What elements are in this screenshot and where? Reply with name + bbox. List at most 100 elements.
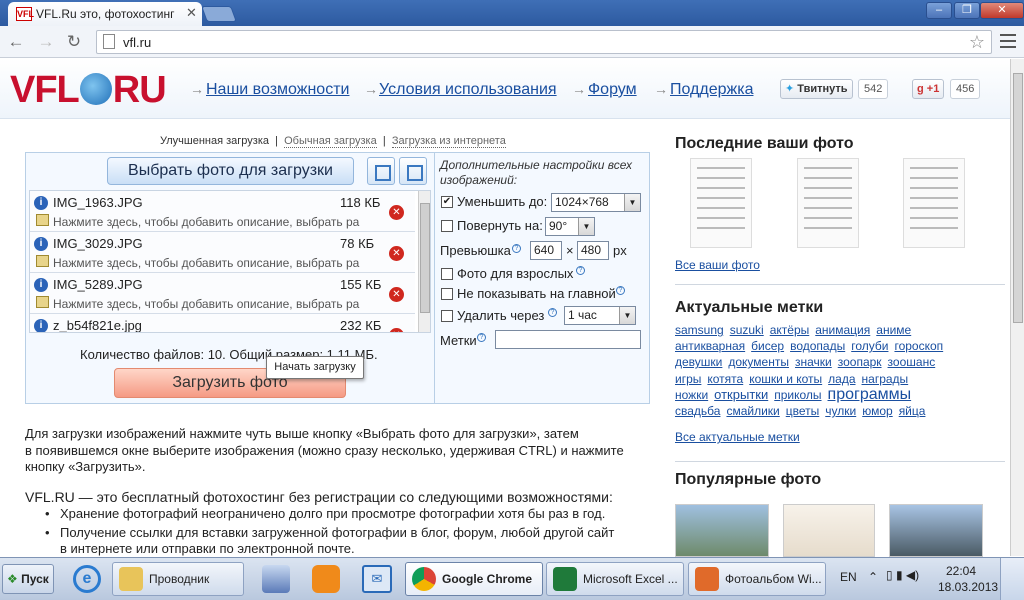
tag-link[interactable]: приколы <box>774 388 821 402</box>
popular-photo-thumb[interactable] <box>889 504 983 557</box>
address-bar[interactable]: vfl.ru ☆ <box>96 30 992 54</box>
tags-input[interactable] <box>495 330 641 349</box>
delete-checkbox[interactable] <box>441 310 453 322</box>
tag-link[interactable]: актёры <box>770 323 810 337</box>
tag-link[interactable]: награды <box>862 372 909 386</box>
clock-time[interactable]: 22:04 <box>946 564 976 578</box>
tag-link[interactable]: смайлики <box>726 404 779 418</box>
popular-photo-thumb[interactable] <box>783 504 875 557</box>
hide-main-checkbox[interactable] <box>441 288 453 300</box>
tag-link[interactable]: документы <box>728 355 789 369</box>
tweet-button[interactable]: ✦ Твитнуть <box>780 79 853 99</box>
taskbar-item-photo[interactable]: Фотоальбом Wi... <box>688 562 826 596</box>
tag-link[interactable]: яйца <box>899 404 926 418</box>
app-icon[interactable] <box>262 565 290 593</box>
taskbar-item-chrome[interactable]: Google Chrome <box>405 562 543 596</box>
maximize-button[interactable]: ❐ <box>954 2 980 19</box>
remove-file-icon[interactable]: ✕ <box>389 205 404 220</box>
start-button[interactable]: ❖ Пуск <box>2 564 54 594</box>
scrollbar-thumb[interactable] <box>1013 73 1023 323</box>
help-icon[interactable]: ? <box>512 244 521 253</box>
help-icon[interactable]: ? <box>548 308 557 317</box>
tray-icons[interactable]: ▯ ▮ ◀) <box>886 568 919 582</box>
tag-link[interactable]: зоопарк <box>838 355 882 369</box>
tag-link[interactable]: девушки <box>675 355 722 369</box>
help-icon[interactable]: ? <box>477 333 486 342</box>
tag-link[interactable]: лада <box>828 372 855 386</box>
info-icon[interactable]: i <box>34 237 48 251</box>
tag-link[interactable]: кошки и коты <box>749 372 822 386</box>
help-icon[interactable]: ? <box>616 286 625 295</box>
tag-link[interactable]: антикварная <box>675 339 745 353</box>
nav-forum[interactable]: Форум <box>588 81 637 99</box>
list-view-icon[interactable] <box>367 157 395 185</box>
tray-expand-icon[interactable]: ⌃ <box>868 570 878 584</box>
bookmark-star-icon[interactable]: ☆ <box>969 32 985 53</box>
edit-description-icon[interactable] <box>36 255 49 267</box>
info-icon[interactable]: i <box>34 278 48 292</box>
file-description[interactable]: Нажмите здесь, чтобы добавить описание, … <box>53 215 383 229</box>
gplus-button[interactable]: g +1 <box>912 79 945 99</box>
tag-link[interactable]: значки <box>795 355 832 369</box>
tag-link[interactable]: открытки <box>714 387 768 402</box>
taskbar-item-excel[interactable]: Microsoft Excel ... <box>546 562 684 596</box>
remove-file-icon[interactable]: ✕ <box>389 287 404 302</box>
nav-support[interactable]: Поддержка <box>670 81 753 99</box>
delete-select[interactable]: 1 час ▼ <box>564 306 636 325</box>
mode-internet[interactable]: Загрузка из интернета <box>391 135 506 148</box>
edit-description-icon[interactable] <box>36 296 49 308</box>
tag-link[interactable]: гороскоп <box>894 339 943 353</box>
popular-photo-thumb[interactable] <box>675 504 769 557</box>
tag-link[interactable]: игры <box>675 372 701 386</box>
chrome-menu-icon[interactable] <box>1000 34 1016 48</box>
show-desktop-button[interactable] <box>1000 558 1024 600</box>
close-window-button[interactable]: ✕ <box>980 2 1024 19</box>
language-indicator[interactable]: EN <box>840 570 857 584</box>
tag-link[interactable]: программы <box>828 386 912 403</box>
close-tab-icon[interactable]: ✕ <box>186 5 197 21</box>
new-tab-button[interactable] <box>201 6 237 22</box>
tag-link[interactable]: suzuki <box>730 323 764 337</box>
page-scrollbar[interactable] <box>1010 59 1024 556</box>
list-item[interactable]: i IMG_5289.JPG 155 КБ Нажмите здесь, что… <box>30 273 415 314</box>
tag-link[interactable]: цветы <box>786 404 820 418</box>
nav-terms[interactable]: Условия использования <box>379 81 557 99</box>
tag-link[interactable]: анимация <box>815 323 870 337</box>
all-photos-link[interactable]: Все ваши фото <box>675 258 760 272</box>
preview-height-input[interactable]: 480 <box>577 241 609 260</box>
tag-link[interactable]: бисер <box>751 339 784 353</box>
rotate-select[interactable]: 90° ▼ <box>545 217 595 236</box>
tag-link[interactable]: голуби <box>851 339 888 353</box>
tag-link[interactable]: аниме <box>876 323 911 337</box>
file-description[interactable]: Нажмите здесь, чтобы добавить описание, … <box>53 297 383 311</box>
scrollbar-thumb[interactable] <box>420 203 430 313</box>
taskbar-item-explorer[interactable]: Проводник <box>112 562 244 596</box>
adult-checkbox[interactable] <box>441 268 453 280</box>
media-player-icon[interactable] <box>312 565 340 593</box>
back-icon[interactable]: ← <box>6 32 26 52</box>
mode-improved[interactable]: Улучшенная загрузка <box>160 135 269 147</box>
reload-icon[interactable]: ↻ <box>64 32 84 52</box>
help-icon[interactable]: ? <box>576 266 585 275</box>
ie-icon[interactable]: e <box>73 565 101 593</box>
tag-link[interactable]: свадьба <box>675 404 720 418</box>
list-item[interactable]: i z_b54f821e.jpg 232 КБ ✕ <box>30 314 415 332</box>
choose-photos-button[interactable]: Выбрать фото для загрузки <box>107 157 354 185</box>
browser-tab[interactable]: VFL VFL.Ru это, фотохостинг бе ✕ <box>8 2 202 26</box>
recent-photo-thumb[interactable] <box>903 158 965 248</box>
edit-description-icon[interactable] <box>36 214 49 226</box>
grid-view-icon[interactable] <box>399 157 427 185</box>
tag-link[interactable]: юмор <box>862 404 892 418</box>
reduce-checkbox[interactable]: ✔ <box>441 196 453 208</box>
preview-width-input[interactable]: 640 <box>530 241 562 260</box>
recent-photo-thumb[interactable] <box>690 158 752 248</box>
tag-link[interactable]: чулки <box>825 404 856 418</box>
tag-link[interactable]: samsung <box>675 323 724 337</box>
remove-file-icon[interactable]: ✕ <box>389 246 404 261</box>
mode-regular[interactable]: Обычная загрузка <box>284 135 377 148</box>
site-logo[interactable]: VFL RU <box>10 69 167 112</box>
list-item[interactable]: i IMG_3029.JPG 78 КБ Нажмите здесь, чтоб… <box>30 232 415 273</box>
tag-link[interactable]: водопады <box>790 339 845 353</box>
nav-features[interactable]: Наши возможности <box>206 81 349 99</box>
tag-link[interactable]: зоошанс <box>888 355 936 369</box>
